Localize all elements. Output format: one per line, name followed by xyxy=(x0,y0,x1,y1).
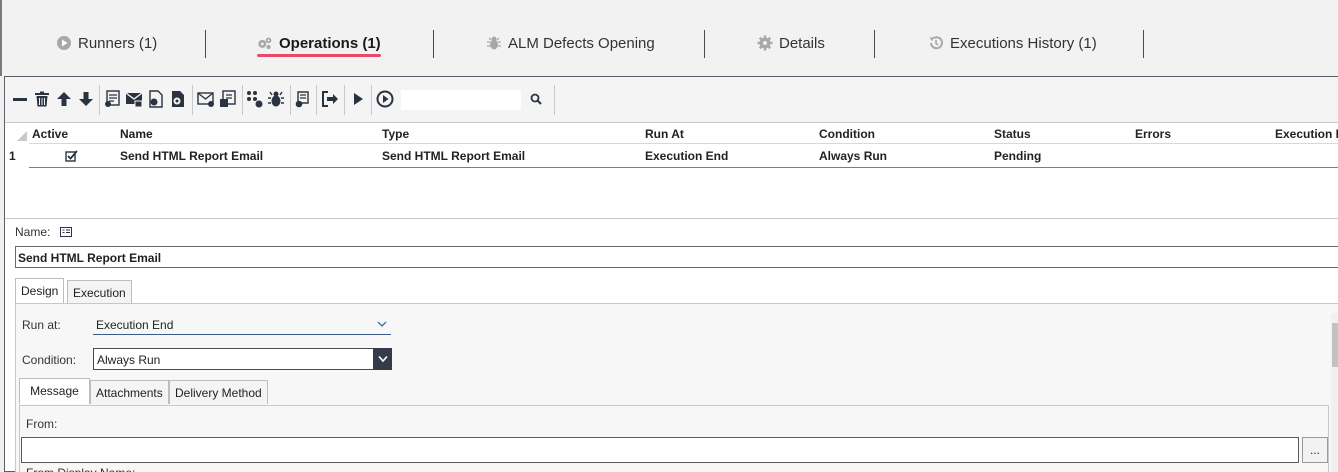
play-circle-icon xyxy=(56,35,72,51)
tab-divider xyxy=(704,30,705,58)
column-header-active[interactable]: Active xyxy=(32,127,68,141)
tab-attachments[interactable]: Attachments xyxy=(90,380,169,404)
tab-delivery-method[interactable]: Delivery Method xyxy=(169,380,268,404)
tab-runners-label: Runners (1) xyxy=(78,34,158,52)
active-checkbox-checked-icon[interactable] xyxy=(65,149,78,162)
row-number: 1 xyxy=(9,149,16,163)
tab-executions-history[interactable]: Executions History (1) xyxy=(928,32,1097,54)
email-icon[interactable] xyxy=(197,90,215,108)
run-at-dropdown[interactable]: Execution End xyxy=(93,317,391,335)
condition-label: Condition: xyxy=(22,353,77,367)
tab-alm-label: ALM Defects Opening xyxy=(508,34,655,52)
bug-icon xyxy=(486,35,502,51)
operations-grid: Active Name Type Run At Condition Status… xyxy=(5,123,1338,219)
condition-dropdown[interactable]: Always Run xyxy=(93,348,392,370)
toolbar-separator xyxy=(290,85,291,115)
export-icon[interactable] xyxy=(321,90,339,108)
row-status: Pending xyxy=(994,149,1042,163)
from-label: From: xyxy=(26,417,58,431)
operations-toolbar xyxy=(5,77,1338,123)
script-icon[interactable] xyxy=(294,90,312,108)
tab-runners[interactable]: Runners (1) xyxy=(56,32,157,54)
chevron-down-icon xyxy=(377,317,387,331)
name-label: Name: xyxy=(15,225,51,239)
row-condition: Always Run xyxy=(819,149,888,163)
toolbar-separator xyxy=(192,85,193,115)
toolbar-separator xyxy=(371,85,372,115)
column-header-condition[interactable]: Condition xyxy=(819,127,875,141)
run-at-value: Execution End xyxy=(96,318,174,332)
detail-scrollbar-thumb[interactable] xyxy=(1332,323,1338,367)
tab-divider xyxy=(205,30,206,58)
top-tab-bar: Runners (1) Operations (1) ALM Defects O… xyxy=(0,0,1338,76)
column-header-name[interactable]: Name xyxy=(120,127,153,141)
toolbar-separator xyxy=(99,85,100,115)
save-icon[interactable] xyxy=(219,90,237,108)
column-header-errors[interactable]: Errors xyxy=(1135,127,1171,141)
tab-message[interactable]: Message xyxy=(19,378,90,404)
tab-divider xyxy=(874,30,875,58)
gears-icon xyxy=(257,35,273,51)
tab-history-label: Executions History (1) xyxy=(950,34,1097,52)
toolbar-separator xyxy=(316,85,317,115)
condition-value: Always Run xyxy=(97,353,161,367)
chevron-down-icon[interactable] xyxy=(373,348,392,370)
select-all-corner-icon[interactable] xyxy=(17,131,27,141)
generate-report-icon[interactable] xyxy=(169,90,187,108)
name-field-icon xyxy=(60,227,72,237)
tab-execution[interactable]: Execution xyxy=(67,280,132,304)
operations-search-input[interactable] xyxy=(401,90,521,110)
delete-icon[interactable] xyxy=(33,90,51,108)
tab-operations-label: Operations (1) xyxy=(279,34,381,52)
toolbar-separator xyxy=(554,85,555,115)
tab-design[interactable]: Design xyxy=(15,278,65,304)
from-display-name-label: From Display Name: xyxy=(26,466,135,472)
send-html-email-icon[interactable] xyxy=(125,90,143,108)
move-down-icon[interactable] xyxy=(77,90,95,108)
header-divider xyxy=(29,143,1338,144)
tab-details[interactable]: Details xyxy=(757,32,825,54)
run-all-icon[interactable] xyxy=(376,90,394,108)
from-input[interactable] xyxy=(21,437,1299,463)
row-run-at: Execution End xyxy=(645,149,729,163)
run-at-label: Run at: xyxy=(22,318,61,332)
tab-details-label: Details xyxy=(779,34,825,52)
minus-icon[interactable] xyxy=(11,90,29,108)
from-browse-button[interactable]: ... xyxy=(1302,437,1328,463)
column-header-run-at[interactable]: Run At xyxy=(645,127,684,141)
tab-divider xyxy=(433,30,434,58)
column-header-status[interactable]: Status xyxy=(994,127,1031,141)
search-icon[interactable] xyxy=(527,90,545,108)
name-input[interactable]: Send HTML Report Email xyxy=(15,246,1338,268)
tab-alm-defects-opening[interactable]: ALM Defects Opening xyxy=(486,32,655,54)
column-header-type[interactable]: Type xyxy=(382,127,409,141)
toolbar-separator xyxy=(344,85,345,115)
tab-operations[interactable]: Operations (1) xyxy=(257,32,381,57)
operations-panel: Active Name Type Run At Condition Status… xyxy=(4,76,1338,472)
history-icon xyxy=(928,35,944,51)
defect-icon[interactable] xyxy=(267,90,285,108)
column-header-execution-details[interactable]: Execution D xyxy=(1275,127,1338,141)
toolbar-separator xyxy=(242,85,243,115)
send-email-icon[interactable] xyxy=(104,90,122,108)
tab-divider xyxy=(1143,30,1144,58)
export-report-icon[interactable] xyxy=(147,90,165,108)
gear-icon xyxy=(757,35,773,51)
row-type: Send HTML Report Email xyxy=(382,149,526,163)
run-icon[interactable] xyxy=(349,90,367,108)
row-name: Send HTML Report Email xyxy=(120,149,264,163)
move-up-icon[interactable] xyxy=(55,90,73,108)
selected-row-indicator xyxy=(29,167,1338,168)
alm-icon[interactable] xyxy=(246,90,264,108)
